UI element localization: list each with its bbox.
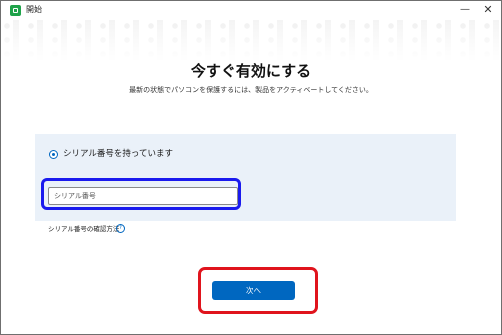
app-window: 開始 — ✕ 今すぐ有効にする 最新の状態でパソコンを保護するには、製品をアクテ… bbox=[0, 0, 502, 335]
page-subtitle: 最新の状態でパソコンを保護するには、製品をアクティベートしてください。 bbox=[129, 86, 373, 94]
close-button[interactable]: ✕ bbox=[479, 2, 497, 18]
radio-selected-dot bbox=[52, 153, 55, 156]
serial-option-label[interactable]: シリアル番号を持っています bbox=[63, 148, 173, 160]
banner-fade bbox=[1, 20, 501, 62]
minimize-button[interactable]: — bbox=[456, 2, 474, 18]
annotation-highlight-blue bbox=[41, 178, 241, 210]
window-title: 開始 bbox=[26, 5, 42, 14]
serial-option-radio[interactable] bbox=[49, 150, 58, 159]
serial-help-link[interactable]: シリアル番号の確認方法 bbox=[48, 224, 119, 234]
help-question-icon[interactable]: ? bbox=[116, 224, 125, 233]
next-button[interactable]: 次へ bbox=[212, 281, 295, 300]
page-title: 今すぐ有効にする bbox=[190, 62, 312, 80]
title-bar: 開始 — ✕ bbox=[1, 1, 501, 20]
app-logo-icon bbox=[10, 5, 21, 16]
